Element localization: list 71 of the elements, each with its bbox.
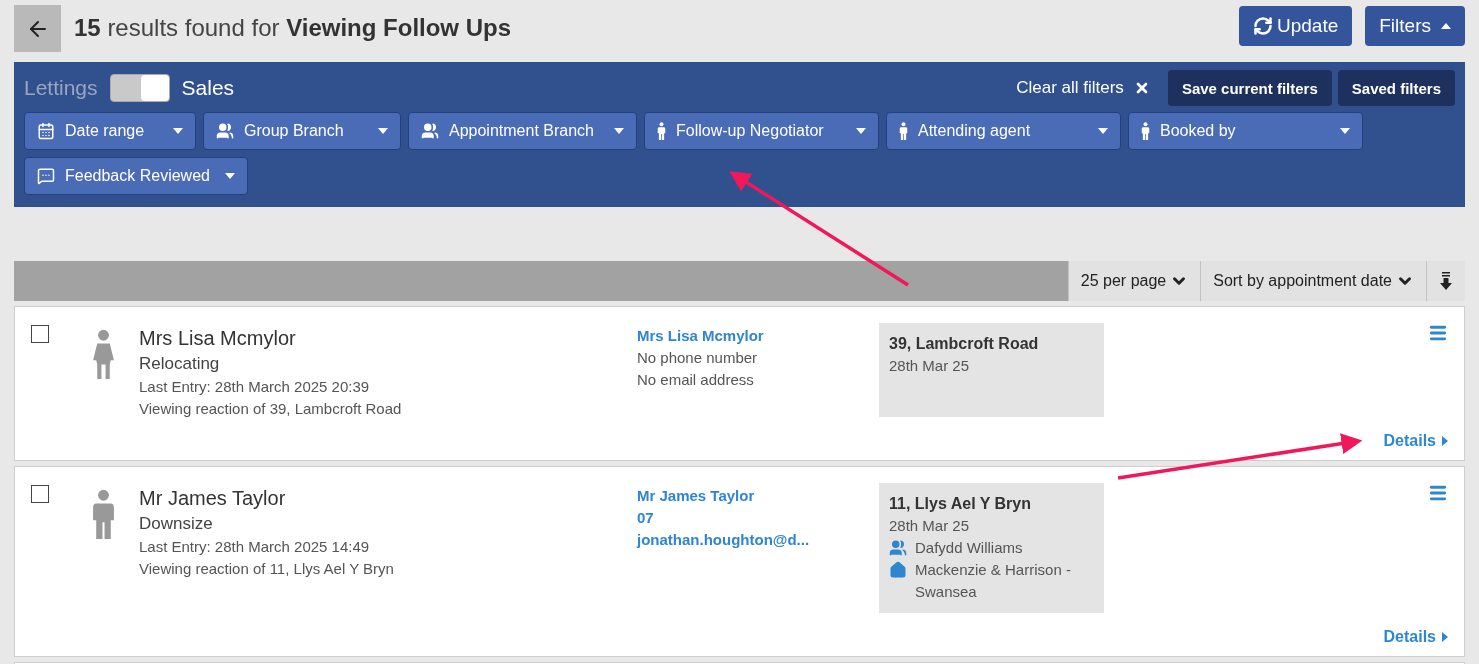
viewing-reaction: Viewing reaction of 39, Lambcroft Road: [139, 399, 403, 419]
save-filters-button[interactable]: Save current filters: [1167, 70, 1332, 106]
filter-dropdown[interactable]: Attending agent: [886, 112, 1121, 150]
filters-button[interactable]: Filters: [1365, 6, 1465, 46]
chat-icon: [37, 167, 55, 185]
group-icon: [421, 122, 439, 140]
group-icon: [216, 122, 234, 140]
caret-icon: [856, 128, 866, 134]
contact-name: Mr James Taylor: [139, 487, 287, 510]
mode-label: Sales: [181, 76, 235, 100]
select-checkbox[interactable]: [31, 485, 49, 503]
filter-dropdown[interactable]: Booked by: [1128, 112, 1363, 150]
calendar-icon: [37, 122, 55, 140]
person-icon: [1141, 122, 1150, 140]
caret-icon: [1098, 128, 1108, 134]
contact-name: Mrs Lisa Mcmylor: [139, 327, 297, 350]
house-icon: [889, 561, 907, 579]
caret-right-icon: [1442, 632, 1448, 642]
filter-dropdown[interactable]: Feedback Reviewed: [24, 157, 248, 195]
select-checkbox[interactable]: [31, 325, 49, 343]
contact-link[interactable]: jonathan.houghton@d...: [637, 529, 879, 551]
contact-link[interactable]: Mr James Taylor: [637, 485, 879, 507]
back-button[interactable]: [14, 5, 61, 52]
contact-link[interactable]: 07: [637, 507, 879, 529]
person-icon: [657, 122, 666, 140]
sort-dropdown[interactable]: Sort by appointment date: [1200, 261, 1426, 301]
caret-icon: [173, 128, 183, 134]
property-address: 11, Llys Ael Y Bryn: [889, 494, 1032, 514]
caret-icon: [225, 173, 235, 179]
agent-name: Dafydd Williams: [915, 538, 1023, 558]
refresh-icon: [1253, 16, 1273, 36]
person-icon: [899, 122, 908, 140]
menu-button[interactable]: [1428, 323, 1448, 343]
branch-name: Mackenzie & Harrison - Swansea: [915, 560, 1072, 602]
menu-icon: [1428, 323, 1448, 343]
caret-right-icon: [1442, 436, 1448, 446]
viewing-reaction: Viewing reaction of 11, Llys Ael Y Bryn: [139, 559, 395, 579]
mode-label: Lettings: [24, 76, 98, 100]
mode-toggle[interactable]: [109, 74, 170, 102]
caret-icon: [614, 128, 624, 134]
move-reason: Relocating: [139, 354, 221, 374]
details-link[interactable]: Details: [1383, 628, 1448, 646]
contact-info: No email address: [637, 370, 755, 390]
download-button[interactable]: [1426, 261, 1465, 301]
move-reason: Downsize: [139, 514, 214, 534]
menu-button[interactable]: [1428, 483, 1448, 503]
agent-icon: [889, 539, 907, 557]
menu-icon: [1428, 483, 1448, 503]
filter-dropdown[interactable]: Appointment Branch: [408, 112, 637, 150]
person-icon: [91, 329, 116, 379]
viewing-date: 28th Mar 25: [889, 356, 971, 376]
details-link[interactable]: Details: [1383, 432, 1448, 450]
saved-filters-button[interactable]: Saved filters: [1337, 70, 1455, 106]
filter-dropdown[interactable]: Group Branch: [203, 112, 401, 150]
download-icon: [1439, 272, 1453, 290]
contact-info: No phone number: [637, 348, 759, 368]
last-entry: Last Entry: 28th March 2025 20:39: [139, 377, 371, 397]
property-address: 39, Lambcroft Road: [889, 334, 1040, 354]
filter-dropdown[interactable]: Date range: [24, 112, 196, 150]
caret-icon: [378, 128, 388, 134]
caret-icon: [1340, 128, 1350, 134]
viewing-date: 28th Mar 25: [889, 516, 971, 536]
contact-link[interactable]: Mrs Lisa Mcmylor: [637, 325, 879, 347]
update-button[interactable]: Update: [1239, 6, 1353, 46]
filter-dropdown[interactable]: Follow-up Negotiator: [644, 112, 879, 150]
page-title: 15 results found for Viewing Follow Ups: [74, 14, 513, 42]
per-page-dropdown[interactable]: 25 per page: [1067, 261, 1201, 301]
caret-icon: [1441, 23, 1451, 29]
clear-filters-link[interactable]: Clear all filters: [1016, 78, 1150, 98]
last-entry: Last Entry: 28th March 2025 14:49: [139, 537, 371, 557]
person-icon: [91, 489, 116, 539]
